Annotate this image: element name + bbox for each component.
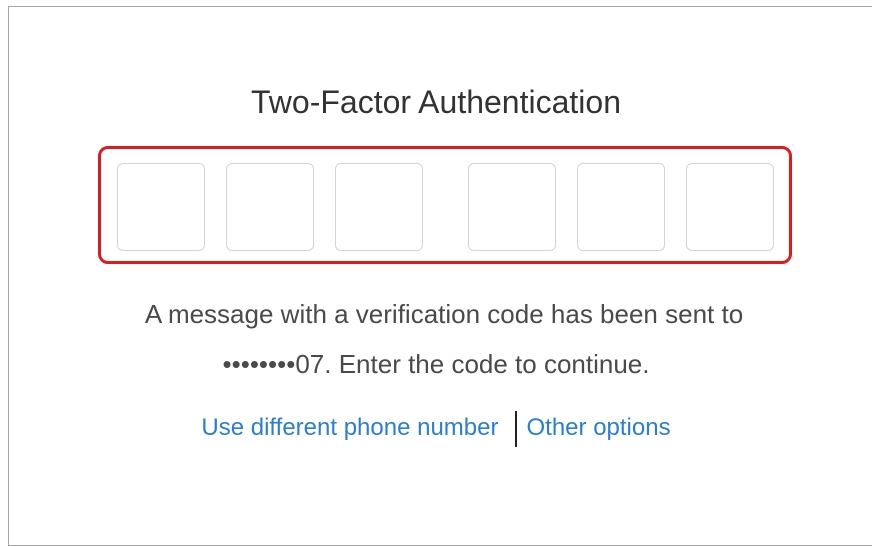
other-options-link[interactable]: Other options bbox=[527, 414, 671, 441]
verification-code-group bbox=[98, 146, 792, 264]
code-digit-1-input[interactable] bbox=[117, 163, 205, 251]
code-digit-3-input[interactable] bbox=[335, 163, 423, 251]
code-digit-5-input[interactable] bbox=[577, 163, 665, 251]
alternate-options: Use different phone number Other options bbox=[0, 408, 872, 448]
code-digit-2-input[interactable] bbox=[226, 163, 314, 251]
verification-message-line2: ••••••••07. Enter the code to continue. bbox=[222, 349, 650, 379]
code-digit-6-input[interactable] bbox=[686, 163, 774, 251]
use-different-phone-link[interactable]: Use different phone number bbox=[201, 414, 498, 441]
verification-message-line1: A message with a verification code has b… bbox=[144, 299, 744, 329]
page-title: Two-Factor Authentication bbox=[251, 84, 621, 120]
link-divider bbox=[514, 410, 517, 447]
code-digit-4-input[interactable] bbox=[468, 163, 556, 251]
